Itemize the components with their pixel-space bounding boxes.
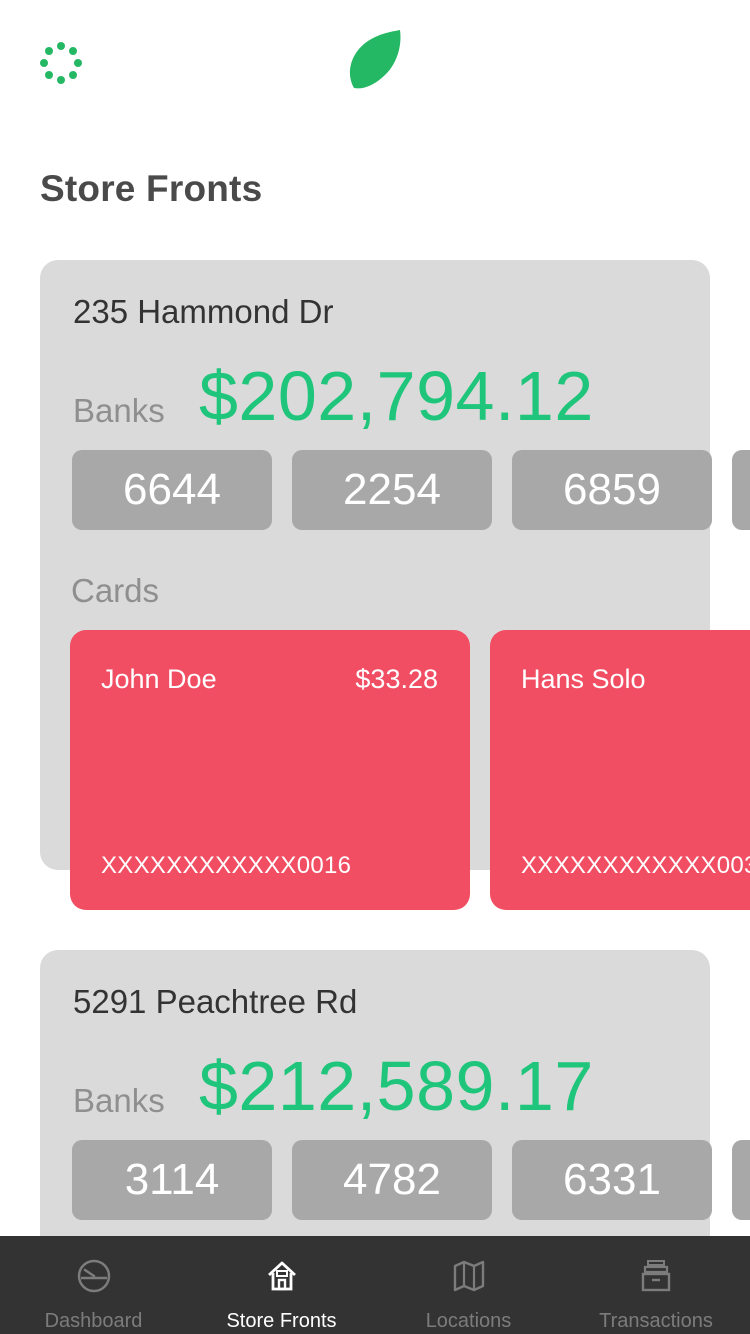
cardholder-name: Hans Solo [521,664,646,694]
bank-chip-partial[interactable] [732,1140,750,1220]
card-number: XXXXXXXXXXXX003 [521,852,750,879]
cardholder-name: John Doe [101,664,217,694]
app-screen: Store Fronts 235 Hammond Dr Banks $202,7… [0,0,750,1334]
tab-label: Locations [425,1310,512,1332]
bank-chip[interactable]: 4782 [292,1140,492,1220]
store-address: 235 Hammond Dr [73,293,334,330]
credit-card[interactable]: John Doe $33.28 XXXXXXXXXXXX0016 [70,630,470,910]
tab-transactions[interactable]: Transactions [562,1236,750,1334]
store-total-amount: $202,794.12 [199,357,594,435]
dashboard-gauge-icon [77,1259,110,1293]
tab-store-fronts[interactable]: Store Fronts [188,1236,375,1334]
card-balance: $33.28 [355,664,438,694]
store-address: 5291 Peachtree Rd [73,983,358,1020]
bank-chip[interactable]: 6859 [512,450,712,530]
tab-label: Dashboard [44,1310,143,1332]
bank-chip[interactable]: 6644 [72,450,272,530]
bank-chip[interactable]: 2254 [292,450,492,530]
banks-label: Banks [73,1082,165,1119]
tab-locations[interactable]: Locations [375,1236,562,1334]
bank-chip[interactable]: 6331 [512,1140,712,1220]
map-icon [453,1260,484,1292]
bank-chip[interactable]: 3114 [72,1140,272,1220]
bank-list: 3114 4782 6331 [72,1140,750,1220]
cards-label: Cards [71,572,160,609]
store-house-icon [267,1261,296,1291]
tab-label: Store Fronts [226,1310,337,1332]
leaf-icon[interactable] [346,28,404,92]
loading-spinner-icon [40,42,82,84]
store-total-amount: $212,589.17 [199,1047,594,1125]
credit-card[interactable]: Hans Solo XXXXXXXXXXXX003 [490,630,750,910]
tab-label: Transactions [599,1310,713,1332]
page-title: Store Fronts [40,168,263,209]
card-number: XXXXXXXXXXXX0016 [101,852,352,879]
tab-dashboard[interactable]: Dashboard [0,1236,187,1334]
bottom-tab-bar: Dashboard Store Fronts Locations Transac… [0,1236,750,1334]
banks-label: Banks [73,392,165,429]
bank-chip-partial[interactable] [732,450,750,530]
archive-box-icon [641,1260,671,1292]
bank-list: 6644 2254 6859 [72,450,750,530]
